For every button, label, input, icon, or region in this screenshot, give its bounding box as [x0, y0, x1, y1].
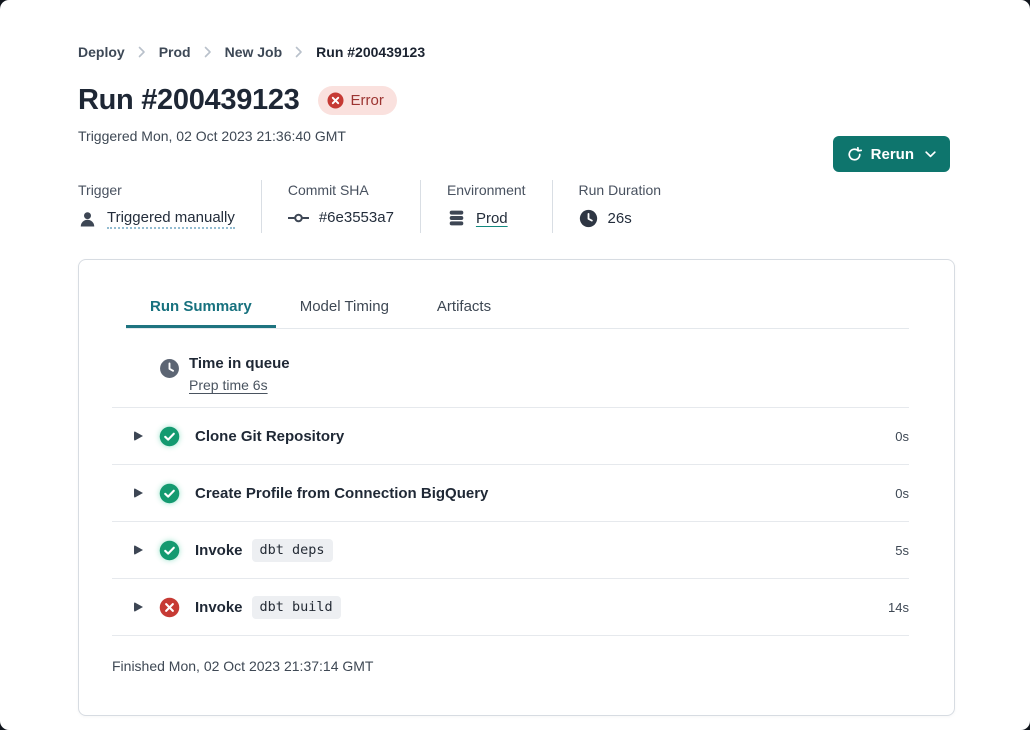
expand-caret-icon[interactable] — [134, 431, 143, 441]
error-circle-icon — [327, 92, 344, 109]
tab-run-summary[interactable]: Run Summary — [126, 288, 276, 328]
status-badge: Error — [318, 86, 397, 115]
success-status-icon — [159, 483, 180, 504]
step-row-dbt-build[interactable]: Invoke dbt build 14s — [112, 578, 909, 635]
rerun-button-label: Rerun — [871, 146, 914, 163]
breadcrumb-item-prod[interactable]: Prod — [159, 44, 191, 60]
run-meta-strip: Trigger Triggered manually Commit SHA — [78, 180, 955, 233]
success-status-icon — [159, 426, 180, 447]
step-row-clone-git[interactable]: Clone Git Repository 0s — [112, 407, 909, 464]
rerun-button[interactable]: Rerun — [833, 136, 950, 172]
breadcrumb-item-deploy[interactable]: Deploy — [78, 44, 125, 60]
tab-model-timing[interactable]: Model Timing — [276, 288, 413, 328]
environment-link[interactable]: Prod — [476, 210, 508, 227]
expand-caret-icon[interactable] — [134, 602, 143, 612]
step-row-create-profile[interactable]: Create Profile from Connection BigQuery … — [112, 464, 909, 521]
success-status-icon — [159, 540, 180, 561]
step-duration: 5s — [895, 543, 909, 558]
page-title: Run #200439123 — [78, 84, 300, 117]
person-icon — [78, 210, 97, 229]
meta-environment-label: Environment — [447, 182, 526, 198]
breadcrumb: Deploy Prod New Job Run #200439123 — [78, 44, 955, 60]
commit-icon — [288, 211, 309, 225]
meta-trigger-label: Trigger — [78, 182, 235, 198]
tab-artifacts[interactable]: Artifacts — [413, 288, 515, 328]
expand-caret-icon[interactable] — [134, 545, 143, 555]
queue-title: Time in queue — [189, 355, 290, 372]
step-title: Invoke — [195, 599, 243, 616]
triggered-timestamp: Triggered Mon, 02 Oct 2023 21:36:40 GMT — [78, 128, 955, 144]
run-duration-value: 26s — [608, 210, 632, 227]
step-title: Clone Git Repository — [195, 428, 344, 445]
chevron-right-icon — [204, 46, 212, 58]
step-duration: 14s — [888, 600, 909, 615]
chevron-right-icon — [138, 46, 146, 58]
meta-run-duration: Run Duration 26s — [552, 180, 688, 233]
queue-clock-icon — [159, 358, 180, 393]
step-duration: 0s — [895, 429, 909, 444]
breadcrumb-item-new-job[interactable]: New Job — [225, 44, 283, 60]
database-icon — [447, 209, 466, 227]
step-row-dbt-deps[interactable]: Invoke dbt deps 5s — [112, 521, 909, 578]
step-title: Invoke — [195, 542, 243, 559]
expand-caret-icon[interactable] — [134, 488, 143, 498]
step-duration: 0s — [895, 486, 909, 501]
step-command-chip: dbt deps — [252, 539, 333, 562]
meta-commit-label: Commit SHA — [288, 182, 394, 198]
chevron-right-icon — [295, 46, 303, 58]
run-summary-card: Run Summary Model Timing Artifacts Time … — [78, 259, 955, 716]
clock-icon — [579, 209, 598, 228]
refresh-icon — [847, 147, 862, 162]
chevron-down-icon — [925, 151, 936, 158]
error-status-icon — [159, 597, 180, 618]
time-in-queue-row: Time in queue Prep time 6s — [112, 329, 909, 407]
step-title: Create Profile from Connection BigQuery — [195, 485, 488, 502]
meta-environment: Environment Prod — [420, 180, 552, 233]
commit-sha-value: #6e3553a7 — [319, 209, 394, 226]
meta-duration-label: Run Duration — [579, 182, 662, 198]
meta-commit-sha: Commit SHA #6e3553a7 — [261, 180, 420, 233]
breadcrumb-item-current-run: Run #200439123 — [316, 44, 425, 60]
step-command-chip: dbt build — [252, 596, 341, 619]
status-badge-label: Error — [351, 92, 384, 109]
trigger-value: Triggered manually — [107, 209, 235, 229]
run-detail-page: Deploy Prod New Job Run #200439123 Run #… — [0, 0, 1030, 730]
prep-time-link[interactable]: Prep time 6s — [189, 377, 290, 393]
finished-timestamp: Finished Mon, 02 Oct 2023 21:37:14 GMT — [112, 635, 909, 674]
meta-trigger: Trigger Triggered manually — [78, 180, 261, 233]
tab-bar: Run Summary Model Timing Artifacts — [126, 288, 909, 329]
